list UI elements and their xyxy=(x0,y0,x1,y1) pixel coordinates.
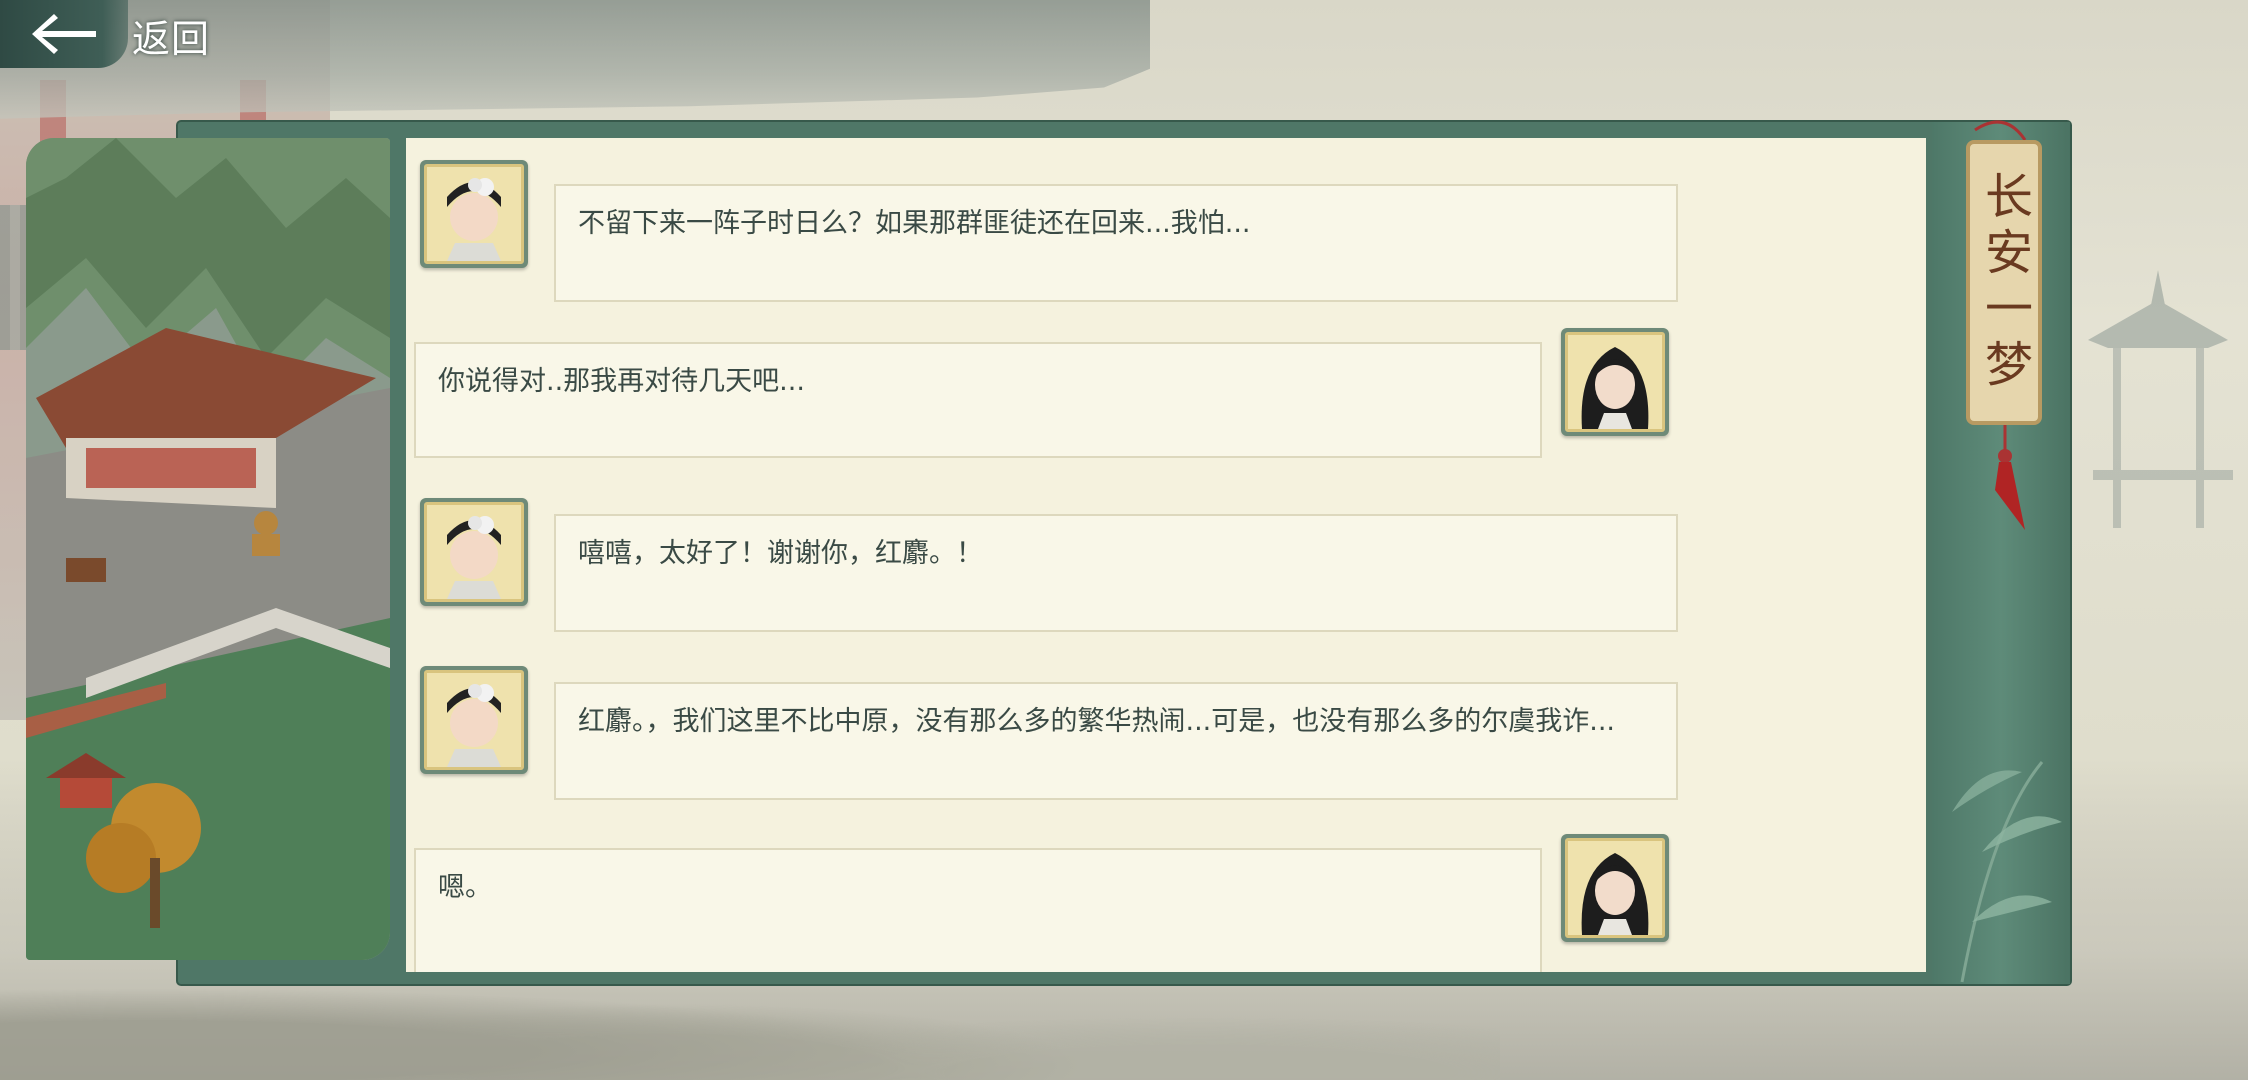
message-text: 你说得对..那我再对待几天吧... xyxy=(438,366,805,397)
plaque-title: 长安一梦 xyxy=(1976,170,2032,395)
temple-scene-image xyxy=(26,138,390,960)
message-text: 嘻嘻，太好了！谢谢你，红麝。！ xyxy=(578,538,983,569)
back-button[interactable] xyxy=(0,0,128,68)
scene-illustration xyxy=(26,138,390,960)
back-arrow-icon xyxy=(32,14,96,54)
message-bubble: 不留下来一阵子时日么？如果那群匪徒还在回来...我怕... xyxy=(554,184,1678,302)
message-text: 嗯。 xyxy=(438,872,492,903)
back-label[interactable]: 返回 xyxy=(132,8,210,63)
title-plaque: 长安一梦 xyxy=(1966,140,2042,425)
lady-white-headdress-avatar xyxy=(420,160,528,268)
woman-long-black-hair-avatar xyxy=(1561,328,1669,436)
dialogue-log[interactable]: 不留下来一阵子时日么？如果那群匪徒还在回来...我怕... 你说得对..那我再对… xyxy=(406,138,1926,972)
lady-white-headdress-avatar xyxy=(420,498,528,606)
message-text: 红麝。，我们这里不比中原，没有那么多的繁华热闹...可是，也没有那么多的尔虞我诈… xyxy=(578,706,1615,737)
message-bubble: 红麝。，我们这里不比中原，没有那么多的繁华热闹...可是，也没有那么多的尔虞我诈… xyxy=(554,682,1678,800)
message-text: 不留下来一阵子时日么？如果那群匪徒还在回来...我怕... xyxy=(578,208,1251,239)
woman-long-black-hair-avatar xyxy=(1561,834,1669,942)
message-bubble: 你说得对..那我再对待几天吧... xyxy=(414,342,1542,458)
screen: 返回 不留下来一阵子时日么？如果那群匪徒还在回来...我怕... 你说得对..那… xyxy=(0,0,2248,1080)
background-pavilion xyxy=(2088,270,2233,528)
message-bubble: 嘻嘻，太好了！谢谢你，红麝。！ xyxy=(554,514,1678,632)
lady-white-headdress-avatar xyxy=(420,666,528,774)
message-bubble: 嗯。 xyxy=(414,848,1542,972)
